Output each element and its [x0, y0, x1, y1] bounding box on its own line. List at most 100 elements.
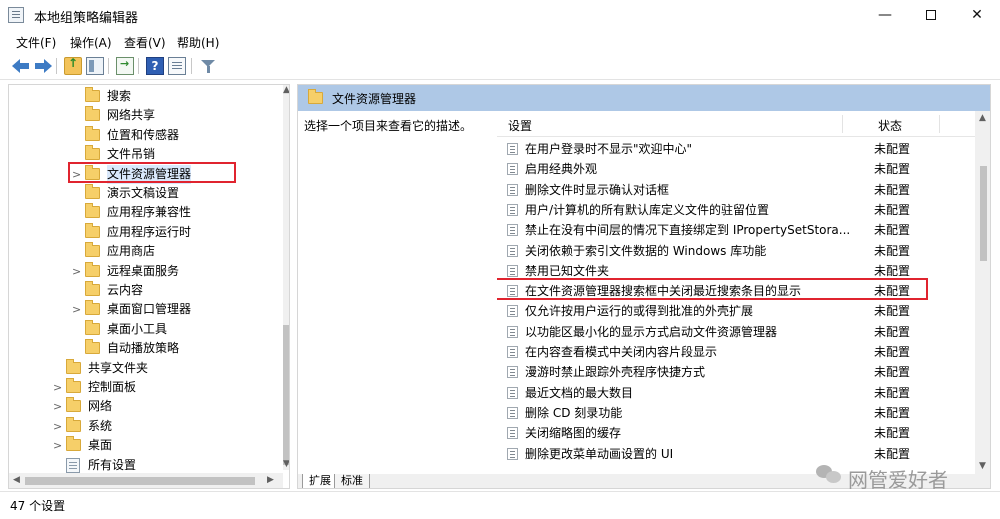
toolbar: ? — [0, 52, 1000, 80]
scroll-down-icon[interactable]: ▼ — [283, 459, 289, 469]
tree-vertical-scrollbar[interactable]: ▲ ▼ — [283, 85, 289, 470]
column-divider[interactable] — [939, 115, 940, 133]
tree-item[interactable]: 搜索 — [9, 87, 279, 106]
tree-item-label: 桌面 — [88, 438, 113, 453]
policy-row[interactable]: 禁止在没有中间层的情况下直接绑定到 IPropertySetStora... 未配… — [497, 220, 977, 240]
policy-row[interactable]: 漫游时禁止跟踪外壳程序快捷方式 未配置 — [497, 362, 977, 382]
policy-state: 未配置 — [874, 405, 911, 420]
forward-arrow-icon[interactable] — [34, 57, 52, 75]
tree-item-label: 远程桌面服务 — [107, 263, 180, 278]
folder-icon — [85, 184, 100, 199]
policy-row[interactable]: 仅允许按用户运行的或得到批准的外壳扩展 未配置 — [497, 301, 977, 321]
policy-name: 关闭缩略图的缓存 — [525, 426, 622, 441]
app-icon — [8, 7, 24, 23]
tree-item[interactable]: 位置和传感器 — [9, 125, 279, 145]
menu-file[interactable]: 文件(F) — [16, 34, 56, 51]
export-list-icon[interactable] — [116, 57, 134, 75]
up-folder-icon[interactable] — [64, 56, 82, 75]
policy-setting-icon — [507, 264, 518, 277]
tab-standard[interactable]: 标准 — [334, 474, 370, 488]
folder-icon — [308, 89, 323, 104]
list-scroll-thumb[interactable] — [980, 166, 987, 261]
tree-item[interactable]: 应用程序兼容性 — [9, 203, 279, 222]
tree-item[interactable]: > 桌面窗口管理器 — [9, 300, 279, 319]
menu-help[interactable]: 帮助(H) — [177, 34, 219, 51]
tree-item[interactable]: 演示文稿设置 — [9, 184, 279, 203]
policy-name: 启用经典外观 — [525, 162, 598, 177]
tree-item[interactable]: 云内容 — [9, 281, 279, 300]
scroll-up-icon[interactable]: ▲ — [979, 113, 986, 123]
policy-row[interactable]: 最近文档的最大数目 未配置 — [497, 383, 977, 403]
tree-item[interactable]: 应用商店 — [9, 242, 279, 261]
tree-item-label: 云内容 — [107, 283, 144, 297]
tree-item[interactable]: 网络共享 — [9, 106, 279, 125]
list-vertical-scrollbar[interactable]: ▲ ▼ — [975, 111, 990, 474]
policy-setting-icon — [507, 366, 518, 379]
watermark-text: 网管爱好者 — [848, 468, 948, 492]
properties-icon[interactable] — [168, 57, 186, 75]
expand-chevron-icon[interactable]: > — [53, 436, 63, 455]
menu-view[interactable]: 查看(V) — [124, 34, 166, 51]
tree-item[interactable]: 共享文件夹 — [9, 358, 279, 378]
filter-icon[interactable] — [199, 57, 217, 75]
scroll-right-icon[interactable]: ▶ — [267, 475, 274, 485]
tree-item[interactable]: > 网络 — [9, 397, 279, 416]
tree-item[interactable]: > 桌面 — [9, 436, 279, 455]
tree-item-label: 搜索 — [107, 89, 132, 103]
expand-chevron-icon[interactable]: > — [53, 397, 63, 416]
expand-chevron-icon[interactable]: > — [72, 300, 82, 319]
tree-pane[interactable]: 搜索 网络共享 位置和传感器 文件吊销 > 文件资源管理器 演示文稿设置 应用程序兼容性 应用程… — [8, 84, 290, 489]
policy-state: 未配置 — [874, 426, 911, 441]
tree-item-label: 应用程序运行时 — [107, 224, 192, 239]
policy-row[interactable]: 启用经典外观 未配置 — [497, 159, 977, 179]
policy-row[interactable]: 在用户登录时不显示"欢迎中心" 未配置 — [497, 139, 977, 159]
minimize-button[interactable]: — — [862, 0, 908, 30]
policy-setting-icon — [507, 224, 518, 237]
expand-chevron-icon[interactable]: > — [72, 262, 82, 281]
watermark: 网管爱好者 — [816, 459, 996, 493]
scroll-left-icon[interactable]: ◀ — [13, 475, 20, 485]
back-arrow-icon[interactable] — [12, 57, 30, 75]
expand-chevron-icon[interactable]: > — [53, 378, 63, 397]
scroll-up-icon[interactable]: ▲ — [283, 85, 289, 95]
policy-row[interactable]: 用户/计算机的所有默认库定义文件的驻留位置 未配置 — [497, 200, 977, 220]
close-button[interactable]: ✕ — [954, 0, 1000, 30]
tree-item[interactable]: 所有设置 — [9, 456, 279, 475]
tree-item-label: 桌面小工具 — [107, 321, 168, 336]
tree-scroll-thumb[interactable] — [283, 325, 289, 465]
tree-item[interactable]: > 远程桌面服务 — [9, 261, 279, 281]
help-icon[interactable]: ? — [146, 57, 164, 75]
policy-row[interactable]: 关闭缩略图的缓存 未配置 — [497, 423, 977, 443]
policy-name: 删除文件时显示确认对话框 — [525, 182, 670, 197]
policy-list[interactable]: 设置 状态 在用户登录时不显示"欢迎中心" 未配置 启用经典外观 未配置 删除文件时显示… — [497, 111, 990, 474]
policy-state: 未配置 — [874, 243, 911, 258]
tree-horizontal-scrollbar[interactable]: ◀ ▶ — [9, 473, 283, 488]
folder-icon — [66, 358, 81, 374]
status-text: 47 个设置 — [10, 499, 66, 513]
tree-item[interactable]: 桌面小工具 — [9, 319, 279, 339]
tree-item-label: 网络 — [88, 399, 113, 414]
tree-item[interactable]: > 控制面板 — [9, 378, 279, 397]
tab-extended[interactable]: 扩展 — [302, 474, 338, 488]
column-header-state[interactable]: 状态 — [878, 117, 902, 134]
column-divider[interactable] — [842, 115, 843, 133]
show-hide-tree-icon[interactable] — [86, 57, 104, 75]
policy-name: 用户/计算机的所有默认库定义文件的驻留位置 — [525, 202, 770, 217]
maximize-button[interactable] — [908, 0, 954, 30]
tree-item[interactable]: 自动播放策略 — [9, 339, 279, 358]
menu-action[interactable]: 操作(A) — [70, 34, 112, 51]
policy-name: 关闭依赖于索引文件数据的 Windows 库功能 — [525, 243, 767, 258]
policy-row[interactable]: 在内容查看模式中关闭内容片段显示 未配置 — [497, 342, 977, 362]
expand-chevron-icon[interactable]: > — [53, 417, 63, 436]
policy-row[interactable]: 删除 CD 刻录功能 未配置 — [497, 403, 977, 423]
column-header-setting[interactable]: 设置 — [508, 117, 532, 134]
policy-name: 最近文档的最大数目 — [525, 385, 634, 400]
tree-hscroll-thumb[interactable] — [25, 477, 255, 485]
policy-row[interactable]: 删除文件时显示确认对话框 未配置 — [497, 180, 977, 200]
policy-setting-icon — [507, 406, 518, 419]
policy-row[interactable]: 关闭依赖于索引文件数据的 Windows 库功能 未配置 — [497, 241, 977, 261]
tree-item[interactable]: > 系统 — [9, 416, 279, 436]
tree-item[interactable]: 应用程序运行时 — [9, 222, 279, 242]
folder-icon — [85, 319, 100, 335]
policy-row[interactable]: 以功能区最小化的显示方式启动文件资源管理器 未配置 — [497, 322, 977, 342]
